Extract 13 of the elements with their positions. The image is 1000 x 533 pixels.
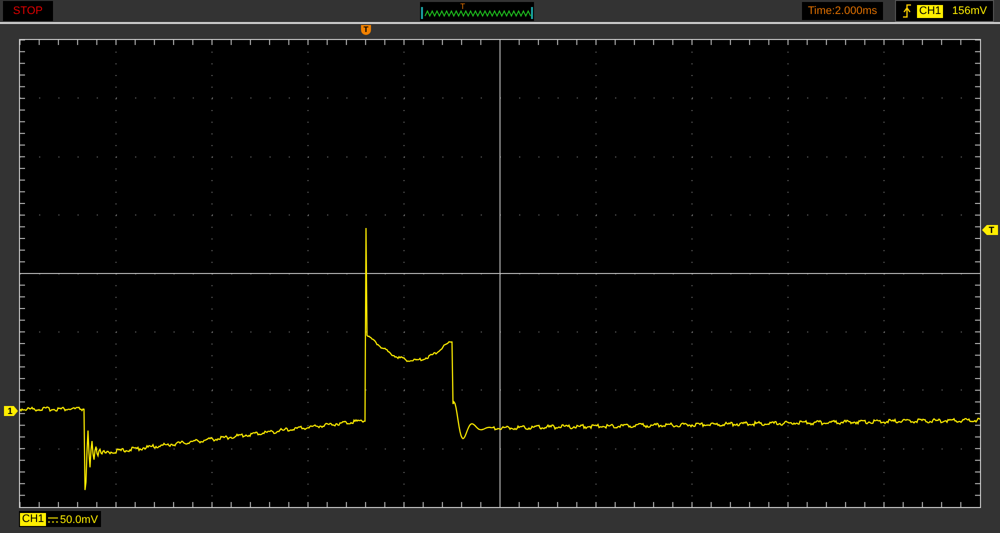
trigger-marker: T bbox=[460, 2, 466, 10]
channel-marker[interactable]: 1 bbox=[4, 406, 18, 416]
dc-coupling-icon bbox=[48, 516, 58, 524]
trigger-level-marker[interactable]: T bbox=[982, 225, 998, 235]
trigger-position-marker[interactable]: T bbox=[361, 25, 371, 35]
rising-edge-icon bbox=[902, 3, 912, 19]
channel-label: CH1 bbox=[20, 513, 46, 526]
status-indicator: STOP bbox=[3, 1, 53, 21]
channel-label: CH1 bbox=[917, 4, 944, 18]
trigger-level: 156mV bbox=[952, 5, 987, 17]
vertical-scale: 50.0mV bbox=[60, 514, 98, 526]
overview-wave-icon bbox=[421, 6, 534, 20]
timebase-readout: Time:2.000ms bbox=[802, 2, 884, 20]
